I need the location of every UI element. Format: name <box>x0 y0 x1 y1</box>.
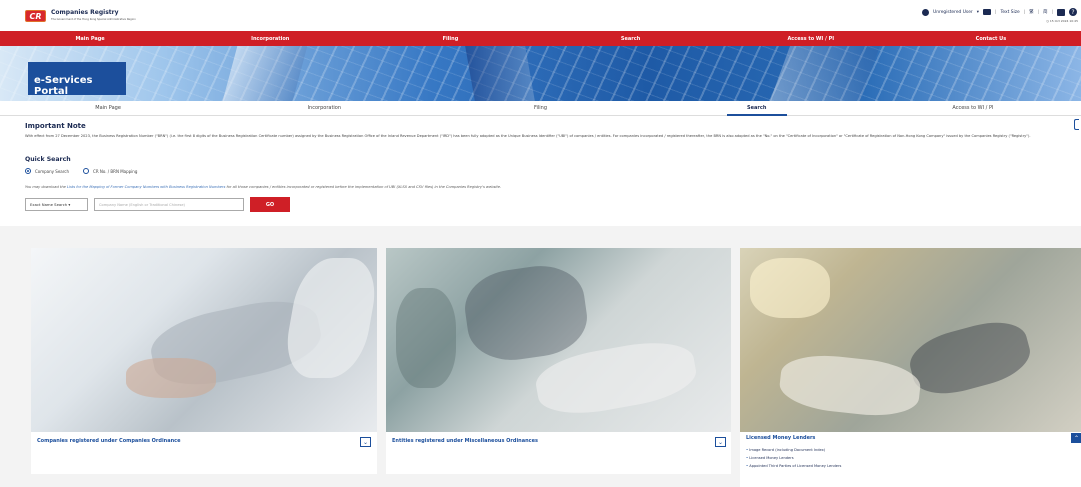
company-name-input[interactable]: Company Name (English or Traditional Chi… <box>94 198 244 211</box>
divider: | <box>1037 9 1040 15</box>
language-icon-sc[interactable]: 简 <box>1043 9 1047 15</box>
divider: | <box>994 9 997 15</box>
divider: | <box>1023 9 1026 15</box>
user-icon[interactable] <box>922 8 929 16</box>
link-appointed-third-parties[interactable]: Appointed Third Parties of Licensed Mone… <box>746 464 841 468</box>
brand-title: Companies Registry <box>51 9 119 16</box>
search-type-value: Exact Name Search <box>30 202 68 207</box>
download-notice: You may download the Lists for the Mappi… <box>25 185 501 189</box>
important-note-text: With effect from 27 December 2023, the B… <box>25 134 1031 138</box>
card-caption[interactable]: Companies registered under Companies Ord… <box>37 438 181 444</box>
card-money-lenders[interactable]: Licensed Money Lenders ⌃ Image Record (i… <box>740 248 1081 487</box>
banner-building <box>465 46 535 101</box>
link-image-record[interactable]: Image Record (including Document Index) <box>746 448 841 452</box>
user-menu[interactable]: Unregistered User <box>933 10 973 15</box>
chevron-down-icon[interactable]: ⌄ <box>715 437 726 447</box>
quick-search-title: Quick Search <box>25 156 71 163</box>
print-icon[interactable] <box>1057 8 1065 16</box>
sub-nav: Main Page Incorporation Filing Search Ac… <box>0 101 1081 116</box>
radio-brn-mapping[interactable] <box>83 168 90 174</box>
cart-icon[interactable] <box>982 9 991 15</box>
top-bar: CR Companies Registry The Government of … <box>0 0 1081 29</box>
help-icon[interactable]: ? <box>1069 8 1077 16</box>
subnav-search[interactable]: Search <box>649 101 865 115</box>
business-meeting-image <box>386 248 731 432</box>
side-panel-toggle[interactable] <box>1074 119 1079 130</box>
utility-bar: Unregistered User ▾ | Text Size | 繁 | 简 … <box>922 8 1077 16</box>
search-type-radios: Company Search CR No. / BRN Mapping <box>25 168 137 174</box>
chevron-up-icon[interactable]: ⌃ <box>1071 433 1081 443</box>
card-companies-ordinance[interactable]: Companies registered under Companies Ord… <box>31 248 382 474</box>
card-misc-ordinances[interactable]: Entities registered under Miscellaneous … <box>386 248 731 474</box>
link-licensed-money-lenders[interactable]: Licensed Money Lenders <box>746 456 841 460</box>
nav-access-wi-pi[interactable]: Access to WI / PI <box>721 31 901 46</box>
subnav-incorporation[interactable]: Incorporation <box>216 101 432 115</box>
subnav-main-page[interactable]: Main Page <box>0 101 216 115</box>
brand-subtitle: The Government of the Hong Kong Special … <box>51 18 136 21</box>
laptop-typing-image <box>31 248 382 432</box>
important-note-title: Important Note <box>25 122 86 130</box>
date-text: 15 Oct 2024 10:45 <box>1049 19 1078 23</box>
chevron-down-icon: ▾ <box>67 202 71 207</box>
go-button[interactable]: GO <box>250 197 290 212</box>
subnav-filing[interactable]: Filing <box>432 101 648 115</box>
card-caption[interactable]: Entities registered under Miscellaneous … <box>392 438 538 444</box>
nav-filing[interactable]: Filing <box>360 31 540 46</box>
subnav-access-wi-pi[interactable]: Access to WI / PI <box>865 101 1081 115</box>
hero-banner <box>0 46 1081 101</box>
banner-building <box>222 46 308 101</box>
download-suffix: for all those companies / entities incor… <box>225 185 502 189</box>
services-section: Companies registered under Companies Ord… <box>0 226 1081 487</box>
portal-title: e-Services Portal <box>28 62 126 97</box>
mapping-lists-link[interactable]: Lists for the Mapping of Former Company … <box>67 185 225 189</box>
nav-contact-us[interactable]: Contact Us <box>901 31 1081 46</box>
cr-logo[interactable]: CR <box>25 10 46 22</box>
download-prefix: You may download the <box>25 185 67 189</box>
signing-document-image <box>740 248 1081 432</box>
chevron-down-icon[interactable]: ▾ <box>977 10 979 15</box>
search-type-select[interactable]: Exact Name Search ▾ <box>25 198 88 211</box>
date-time: ◷ 15 Oct 2024 10:45 <box>1046 19 1078 23</box>
nav-incorporation[interactable]: Incorporation <box>180 31 360 46</box>
nav-search[interactable]: Search <box>541 31 721 46</box>
radio-company-search-label[interactable]: Company Search <box>35 169 69 174</box>
banner-pattern <box>0 46 1081 101</box>
text-size-label: Text Size <box>1000 9 1020 15</box>
radio-company-search[interactable] <box>25 168 31 174</box>
divider: | <box>1051 9 1053 15</box>
nav-main-page[interactable]: Main Page <box>0 31 180 46</box>
radio-brn-mapping-label[interactable]: CR No. / BRN Mapping <box>93 169 137 174</box>
card-caption[interactable]: Licensed Money Lenders <box>746 435 815 441</box>
chevron-down-icon[interactable]: ⌄ <box>360 437 371 447</box>
language-icon[interactable]: 繁 <box>1029 9 1033 15</box>
main-nav: Main Page Incorporation Filing Search Ac… <box>0 31 1081 46</box>
money-lenders-links: Image Record (including Document Index) … <box>746 448 841 473</box>
